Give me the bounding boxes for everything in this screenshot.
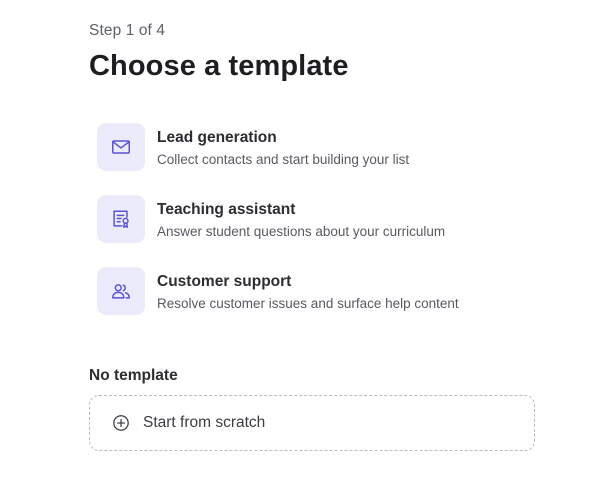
template-title: Lead generation [157,129,277,146]
certificate-icon [97,195,145,243]
template-title: Customer support [157,273,292,290]
start-from-scratch-button[interactable]: Start from scratch [89,395,535,451]
template-description: Collect contacts and start building your… [157,152,410,167]
template-option-customer-support[interactable]: Customer support Resolve customer issues… [97,267,537,315]
no-template-heading: No template [89,367,178,384]
template-option-teaching-assistant[interactable]: Teaching assistant Answer student questi… [97,195,537,243]
users-icon [97,267,145,315]
start-from-scratch-label: Start from scratch [143,414,266,431]
template-description: Answer student questions about your curr… [157,224,446,239]
template-description: Resolve customer issues and surface help… [157,296,459,311]
template-list: Lead generation Collect contacts and sta… [97,123,537,339]
step-indicator: Step 1 of 4 [89,22,166,39]
plus-circle-icon [112,414,130,432]
page-title: Choose a template [89,50,349,82]
template-title: Teaching assistant [157,201,296,218]
mail-icon [97,123,145,171]
template-option-lead-generation[interactable]: Lead generation Collect contacts and sta… [97,123,537,171]
